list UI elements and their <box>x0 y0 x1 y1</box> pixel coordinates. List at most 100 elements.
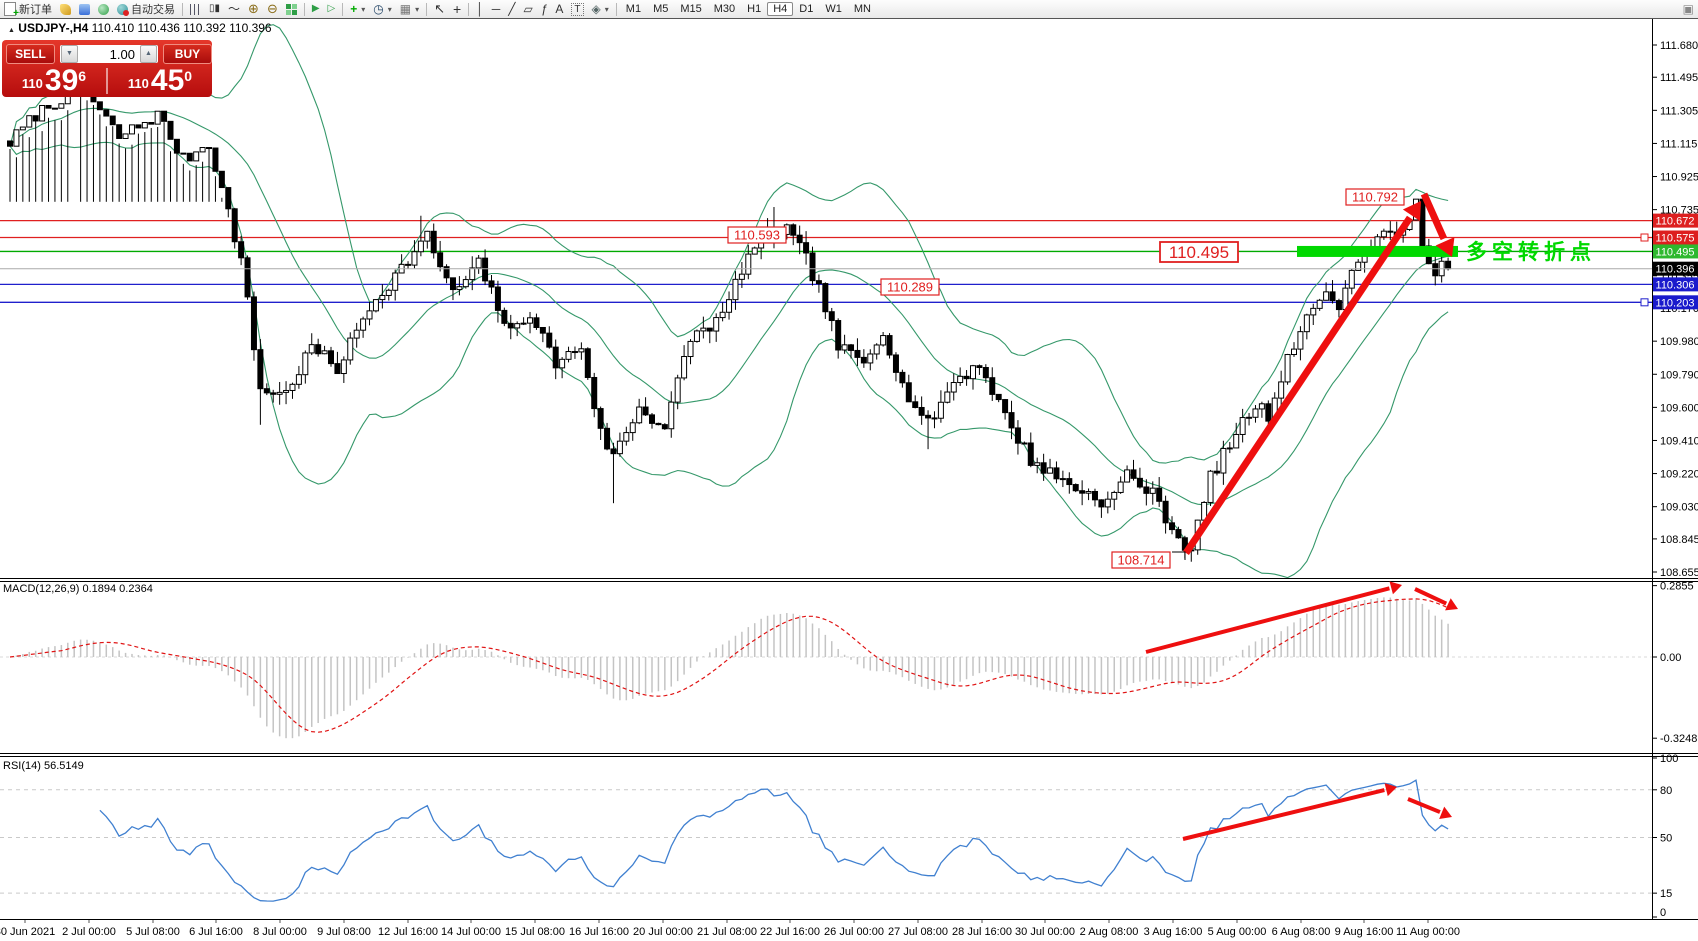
window-button[interactable]: ▣ <box>1679 1 1698 17</box>
shapes-button[interactable]: ◈▾ <box>588 1 613 17</box>
candle <box>1092 492 1097 500</box>
macd-axis-label: -0.3248 <box>1660 733 1697 745</box>
volume-up-button[interactable]: ▲ <box>140 45 157 63</box>
horizontal-line-button[interactable]: ─ <box>488 1 505 17</box>
timeframe-m5[interactable]: M5 <box>647 2 674 16</box>
candle <box>900 372 905 382</box>
candle <box>1163 501 1168 523</box>
timeframe-d1[interactable]: D1 <box>793 2 819 16</box>
candle <box>682 357 687 378</box>
price-tick-label: 109.790 <box>1660 369 1698 381</box>
fibonacci-button[interactable]: ƒ <box>537 1 552 17</box>
line-handle[interactable] <box>1641 234 1648 241</box>
candle <box>380 295 385 299</box>
panel-frame <box>0 18 1698 920</box>
bar-chart-button[interactable] <box>186 1 205 17</box>
candle <box>412 252 417 265</box>
candle-chart-button[interactable]: ▯▮ <box>205 1 224 17</box>
candle <box>855 350 860 357</box>
timeframe-m30[interactable]: M30 <box>708 2 741 16</box>
price-tick-label: 111.495 <box>1660 72 1698 84</box>
buy-price[interactable]: 110 45 0 <box>108 66 212 96</box>
autotrade-button[interactable]: 自动交易 <box>113 1 179 17</box>
trend-arrow[interactable] <box>1424 194 1444 239</box>
price-label-text: 110.792 <box>1352 190 1398 205</box>
price-tick-label: 110.925 <box>1660 172 1698 184</box>
price-axis[interactable]: 111.680111.495111.305111.115110.925110.7… <box>1652 40 1698 919</box>
candle <box>271 393 276 394</box>
candle <box>964 376 969 378</box>
candle <box>624 433 629 442</box>
line-chart-button[interactable]: ～ <box>224 1 244 17</box>
sell-price[interactable]: 110 39 6 <box>2 66 106 96</box>
timeframe-m15[interactable]: M15 <box>674 2 707 16</box>
volume-input[interactable]: 1.00 <box>79 47 139 62</box>
candle <box>913 402 918 408</box>
rsi-axis-label: 80 <box>1660 785 1672 797</box>
autoscroll-button[interactable]: ▶ <box>308 1 324 17</box>
new-order-button[interactable]: 新订单 <box>0 1 56 17</box>
vertical-line-button[interactable]: │ <box>472 1 488 17</box>
green-zone-bar[interactable] <box>1297 246 1458 257</box>
tile-windows-button[interactable] <box>282 1 301 17</box>
autotrade-icon <box>117 4 128 15</box>
text-tool-button[interactable]: A <box>551 1 567 17</box>
cleanup-button[interactable] <box>56 1 75 17</box>
price-tick-label: 108.655 <box>1660 567 1698 579</box>
candle <box>290 384 295 390</box>
time-axis[interactable]: 30 Jun 20212 Jul 00:005 Jul 08:006 Jul 1… <box>0 920 1460 938</box>
sell-button[interactable]: SELL <box>6 44 55 64</box>
candle <box>1028 443 1033 465</box>
toolbar-separator <box>426 3 427 16</box>
trend-arrow[interactable] <box>1408 799 1440 812</box>
templates-button[interactable]: ▦▾ <box>396 1 423 17</box>
trend-arrow[interactable] <box>1183 790 1384 839</box>
candle <box>868 354 873 363</box>
one-click-trading-panel: SELL ▼ 1.00 ▲ BUY 110 39 6 110 45 0 <box>2 40 212 97</box>
timeframe-w1[interactable]: W1 <box>819 2 848 16</box>
label-tool-button[interactable]: T <box>567 1 587 17</box>
timeframe-h4[interactable]: H4 <box>767 2 793 16</box>
toolbar-separator <box>342 3 343 16</box>
macd-arrows[interactable] <box>1146 581 1458 652</box>
timeframe-m1[interactable]: M1 <box>620 2 647 16</box>
candle <box>1137 478 1142 487</box>
trendline-button[interactable]: ╱ <box>504 1 519 17</box>
news-button[interactable] <box>94 1 113 17</box>
volume-stepper[interactable]: ▼ 1.00 ▲ <box>60 45 158 63</box>
candle <box>611 449 616 454</box>
time-tick-label: 2 Jul 00:00 <box>62 926 116 938</box>
chart-shift-button[interactable]: ▷ <box>324 1 340 17</box>
time-tick-label: 8 Jul 00:00 <box>253 926 307 938</box>
zoom-out-button[interactable]: ⊖ <box>263 1 282 17</box>
candle <box>450 278 455 290</box>
trading-platform-window: 新订单 自动交易 ▯▮ ～ ⊕ ⊖ ▶ ▷ +▾ ◷▾ ▦▾ ↖ + │ ─ ╱… <box>0 0 1698 941</box>
volume-down-button[interactable]: ▼ <box>61 45 78 63</box>
trend-arrow[interactable] <box>1186 218 1410 553</box>
crosshair-button[interactable]: + <box>449 1 465 17</box>
candle <box>457 287 462 290</box>
cursor-button[interactable]: ↖ <box>430 1 449 17</box>
rsi-arrows[interactable] <box>1183 783 1452 839</box>
candle <box>1253 409 1258 417</box>
annotation-text[interactable]: 多空转折点 <box>1466 240 1596 264</box>
templates-icon: ▦ <box>400 3 411 15</box>
chart-canvas[interactable]: 110.792110.593110.289108.714110.495多空转折点… <box>0 0 1698 941</box>
candle <box>598 409 603 429</box>
candle <box>906 383 911 402</box>
terminal-button[interactable] <box>75 1 94 17</box>
line-handle[interactable] <box>1641 299 1648 306</box>
sell-price-pips: 39 <box>45 68 78 94</box>
periods-button[interactable]: ◷▾ <box>369 1 396 17</box>
timeframe-h1[interactable]: H1 <box>741 2 767 16</box>
buy-button[interactable]: BUY <box>163 44 212 64</box>
candle <box>20 127 25 130</box>
timeframe-mn[interactable]: MN <box>848 2 877 16</box>
candle <box>264 389 269 393</box>
candle <box>810 253 815 281</box>
equidistant-channel-button[interactable]: ▱ <box>519 1 536 17</box>
indicators-button[interactable]: +▾ <box>346 1 369 17</box>
candle <box>251 297 256 350</box>
buy-price-point: 0 <box>184 68 192 84</box>
zoom-in-button[interactable]: ⊕ <box>244 1 263 17</box>
